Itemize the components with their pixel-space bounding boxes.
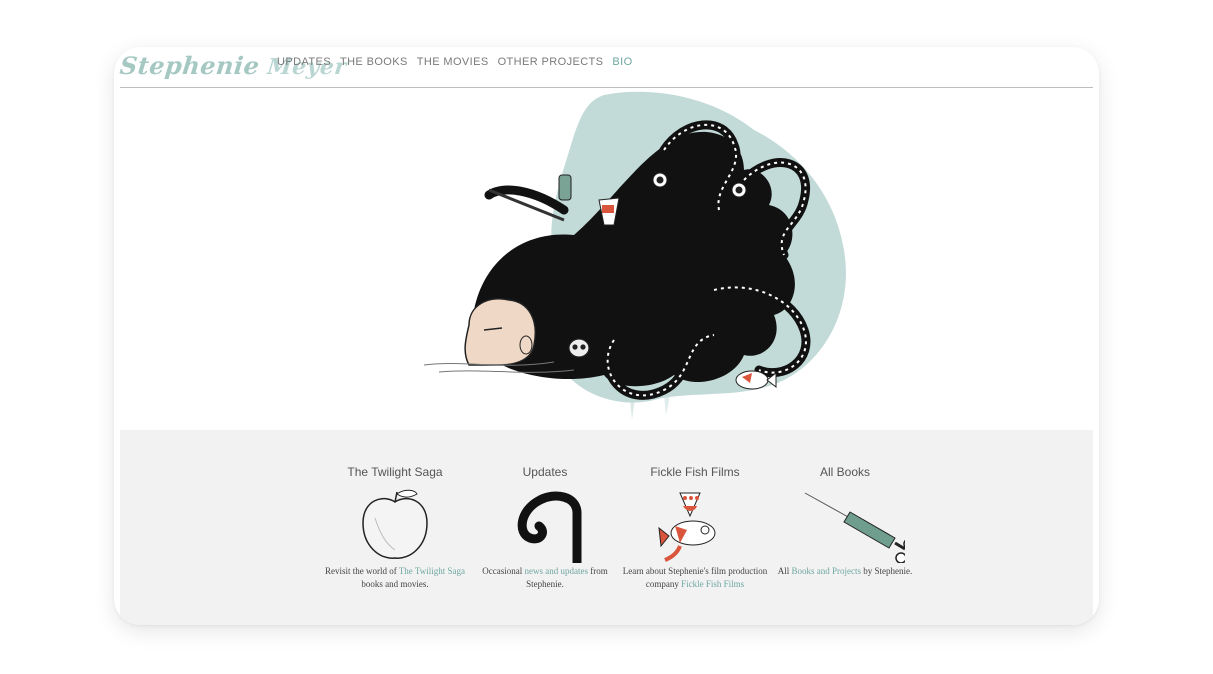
card-text: Revisit the world of <box>324 566 399 576</box>
card-text: All <box>777 566 792 576</box>
hero-illustration <box>423 91 846 420</box>
nav-other-projects[interactable]: OTHER PROJECTS <box>498 56 604 68</box>
card-description: Revisit the world of The Twilight Saga b… <box>320 565 470 591</box>
card-text: books and movies. <box>361 579 429 589</box>
card-description: All Books and Projects by Stephenie. <box>770 565 920 578</box>
face <box>464 298 536 366</box>
fish-icon <box>658 492 716 562</box>
skull <box>568 338 590 358</box>
apple-icon <box>362 489 428 559</box>
nav-the-books[interactable]: THE BOOKS <box>340 56 408 68</box>
feature-panel: The Twilight Saga Revisit the world of T… <box>120 430 1093 625</box>
syringe-icon <box>804 492 905 563</box>
card-description: Occasional news and updates from Stephen… <box>470 565 620 591</box>
twilight-saga-link[interactable]: The Twilight Saga <box>399 566 465 576</box>
header-divider <box>120 87 1093 88</box>
card-title: Fickle Fish Films <box>650 465 740 479</box>
card-description: Learn about Stephenie's film production … <box>620 565 770 591</box>
nav-bio[interactable]: BIO <box>612 56 632 68</box>
card-title: All Books <box>819 465 871 479</box>
card-title: The Twilight Saga <box>347 465 443 479</box>
bottle <box>558 174 572 201</box>
main-nav: UPDATES THE BOOKS THE MOVIES OTHER PROJE… <box>277 56 633 68</box>
tentacle-icon <box>517 491 582 563</box>
logo-first-name: Stephenie <box>118 51 262 80</box>
fickle-fish-films-link[interactable]: Fickle Fish Films <box>681 579 744 589</box>
site-header: Stephenie Meyer UPDATES THE BOOKS THE MOV… <box>114 47 1099 87</box>
nav-updates[interactable]: UPDATES <box>277 56 331 68</box>
books-projects-link[interactable]: Books and Projects <box>792 566 862 576</box>
card-title: Updates <box>522 465 568 479</box>
nav-the-movies[interactable]: THE MOVIES <box>417 56 489 68</box>
card-text: by Stephenie. <box>861 566 913 576</box>
news-updates-link[interactable]: news and updates <box>525 566 588 576</box>
browser-frame: Stephenie Meyer UPDATES THE BOOKS THE MOV… <box>114 47 1099 625</box>
card-text: Occasional <box>482 566 525 576</box>
